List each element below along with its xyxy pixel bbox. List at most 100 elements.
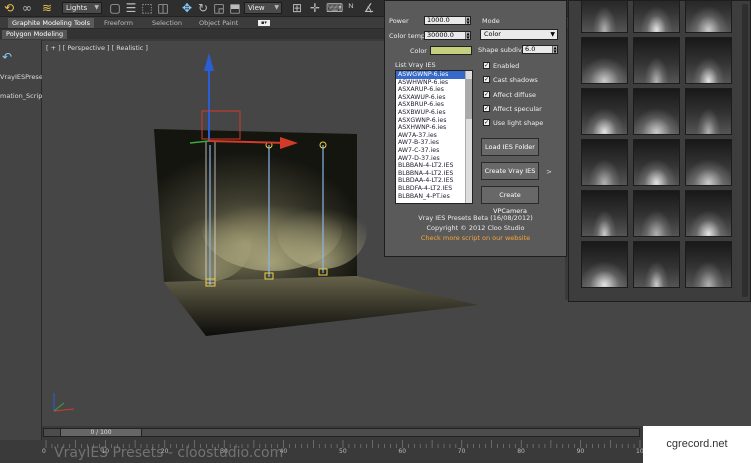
spinner-arrows-icon[interactable]: ▲ ▼ [465,32,470,39]
ies-preset-gallery [568,0,751,302]
ies-preset-thumbnail[interactable] [685,190,732,237]
ies-preset-thumbnail[interactable] [633,88,680,135]
window-crossing-icon[interactable]: ◫ [156,1,170,15]
ies-preset-thumbnail[interactable] [581,139,628,186]
scrollbar-thumb[interactable] [466,79,472,119]
select-icon[interactable]: ⟲ [2,1,16,15]
select-scale-icon[interactable]: ◲ [212,1,226,15]
ies-preset-thumbnail[interactable] [633,37,680,84]
use-light-shape-label: Use light shape [493,119,544,127]
placement-icon[interactable]: ⬒ [228,1,242,15]
keyboard-shortcut-icon[interactable]: ⌨ [326,1,343,15]
cast-shadows-checkbox[interactable]: ✓ [483,76,490,83]
load-ies-folder-button[interactable]: Load IES Folder [481,138,539,156]
ies-list-item[interactable]: BLBBAN_4-PT.ies [396,193,472,201]
ies-preset-thumbnail[interactable] [685,1,732,33]
ribbon-options-icon[interactable]: ▪▾ [258,20,270,26]
ies-preset-thumbnail[interactable] [685,139,732,186]
ies-list-item[interactable]: AW7-D-37.ies [396,155,472,163]
tab-selection[interactable]: Selection [152,18,182,28]
ies-preset-thumbnail[interactable] [581,37,628,84]
reference-coordinate-dropdown[interactable]: View ▼ [244,2,282,14]
frame-tick-label: 90 [576,448,585,455]
ies-file-list[interactable]: ASWGWNP-6.ies ASWHWNP-6.ies ASXARUP-6.ie… [395,70,473,204]
color-temp-spinner[interactable]: 30000.0 ▲ ▼ [424,31,471,40]
ies-preset-thumbnail[interactable] [633,190,680,237]
viewport-label[interactable]: [ + ] [ Perspective ] [ Realistic ] [46,44,148,52]
light-cone [172,201,252,281]
ies-list-item[interactable]: BLBBAN-4-LT2.IES [396,162,472,170]
select-object-icon[interactable]: ▢ [108,1,122,15]
enabled-label: Enabled [493,62,520,70]
ies-list-item[interactable]: ASXARUP-6.ies [396,86,472,94]
website-link[interactable]: Check more script on our website [384,234,567,242]
create-vpcamera-button[interactable]: Create VPCamera [481,186,539,215]
ies-list-item[interactable]: AW7-B-37.ies [396,139,472,147]
tab-freeform[interactable]: Freeform [104,18,133,28]
ies-preset-thumbnail[interactable] [685,88,732,135]
link-icon[interactable]: ∞ [20,1,34,15]
affect-diffuse-checkbox[interactable]: ✓ [483,91,490,98]
left-panel-item[interactable]: mation_Scrip [0,92,42,100]
color-swatch[interactable] [430,46,472,55]
ies-list-item[interactable]: ASXBRUP-6.ies [396,101,472,109]
tab-polygon-modeling[interactable]: Polygon Modeling [2,30,68,39]
ies-preset-thumbnail[interactable] [581,88,628,135]
spinner-arrows-icon[interactable]: ▲ ▼ [465,17,470,24]
pivot-icon[interactable]: ⊞ [290,1,304,15]
ies-preset-thumbnail[interactable] [633,241,680,288]
ies-preset-thumbnail[interactable] [685,37,732,84]
bind-icon[interactable]: ≋ [40,1,54,15]
expand-presets-button[interactable]: > [544,163,554,181]
create-vray-ies-button[interactable]: Create Vray IES [481,162,539,180]
ies-preset-thumbnail[interactable] [633,1,680,33]
ies-preset-thumbnail[interactable] [581,190,628,237]
ies-list-item[interactable]: ASXGWNP-6.ies [396,117,472,125]
tab-object-paint[interactable]: Object Paint [199,18,238,28]
ies-list-item[interactable]: ASXHWNP-6.ies [396,124,472,132]
ies-list-item[interactable]: AW7A-37.ies [396,132,472,140]
world-axis-x [53,408,75,412]
affect-specular-checkbox[interactable]: ✓ [483,105,490,112]
floor-plane [164,276,478,336]
ies-list-item[interactable]: ASWGWNP-6.ies [396,71,472,79]
chevron-down-icon: ▼ [274,4,279,11]
color-label: Color [410,47,427,55]
enabled-checkbox[interactable]: ✓ [483,62,490,69]
select-by-name-icon[interactable]: ☰ [124,1,138,15]
select-region-icon[interactable]: ⬚ [140,1,154,15]
ies-list-item[interactable]: ASXBWUP-6.ies [396,109,472,117]
tab-graphite-modeling-tools[interactable]: Graphite Modeling Tools [8,18,95,28]
left-panel-item[interactable]: VrayIESPreset [0,73,42,81]
ies-preset-thumbnail[interactable] [581,1,628,33]
ies-list-item[interactable]: BLBBNA-4-LT2.IES [396,170,472,178]
ies-preset-thumbnail[interactable] [633,139,680,186]
select-move-icon[interactable]: ✥ [180,1,194,15]
ies-list-item[interactable]: AW7-C-37.ies [396,147,472,155]
shape-subdivs-label: Shape subdivs [478,46,526,54]
left-panel: ↶ VrayIESPreset mation_Scrip [0,40,42,440]
ies-list-scrollbar[interactable] [465,71,472,203]
gallery-scrollbar[interactable] [742,4,748,297]
light-cone [277,193,367,269]
time-slider[interactable]: 0 / 100 [60,428,142,437]
angle-snap-icon[interactable]: ∡ [362,1,376,15]
chevron-down-icon: ▼ [550,31,555,38]
undo-icon[interactable]: ↶ [2,50,12,64]
ies-list-item[interactable]: BLBDFA-4-LT2.IES [396,185,472,193]
ies-preset-thumbnail[interactable] [581,241,628,288]
mode-dropdown[interactable]: Color ▼ [480,29,558,40]
selection-filter-dropdown[interactable]: Lights ▼ [62,2,102,14]
shape-subdivs-spinner[interactable]: 6.0 ▲ ▼ [522,45,558,54]
move-icon[interactable]: ✛ [308,1,322,15]
ies-list-item[interactable]: ASWHWNP-6.ies [396,79,472,87]
ies-list-item[interactable]: BLBDAA-4-LT2.IES [396,177,472,185]
ies-preset-thumbnail[interactable] [685,241,732,288]
use-light-shape-checkbox[interactable]: ✓ [483,119,490,126]
ies-list-item[interactable]: ASXAWUP-6.ies [396,94,472,102]
power-spinner[interactable]: 1000.0 ▲ ▼ [424,16,471,25]
snap-icon[interactable]: ᴺ [344,1,358,15]
spinner-arrows-icon[interactable]: ▲ ▼ [552,46,557,53]
watermark-text: VrayIES Presets - cloostudio.com [54,445,284,461]
select-rotate-icon[interactable]: ↻ [196,1,210,15]
